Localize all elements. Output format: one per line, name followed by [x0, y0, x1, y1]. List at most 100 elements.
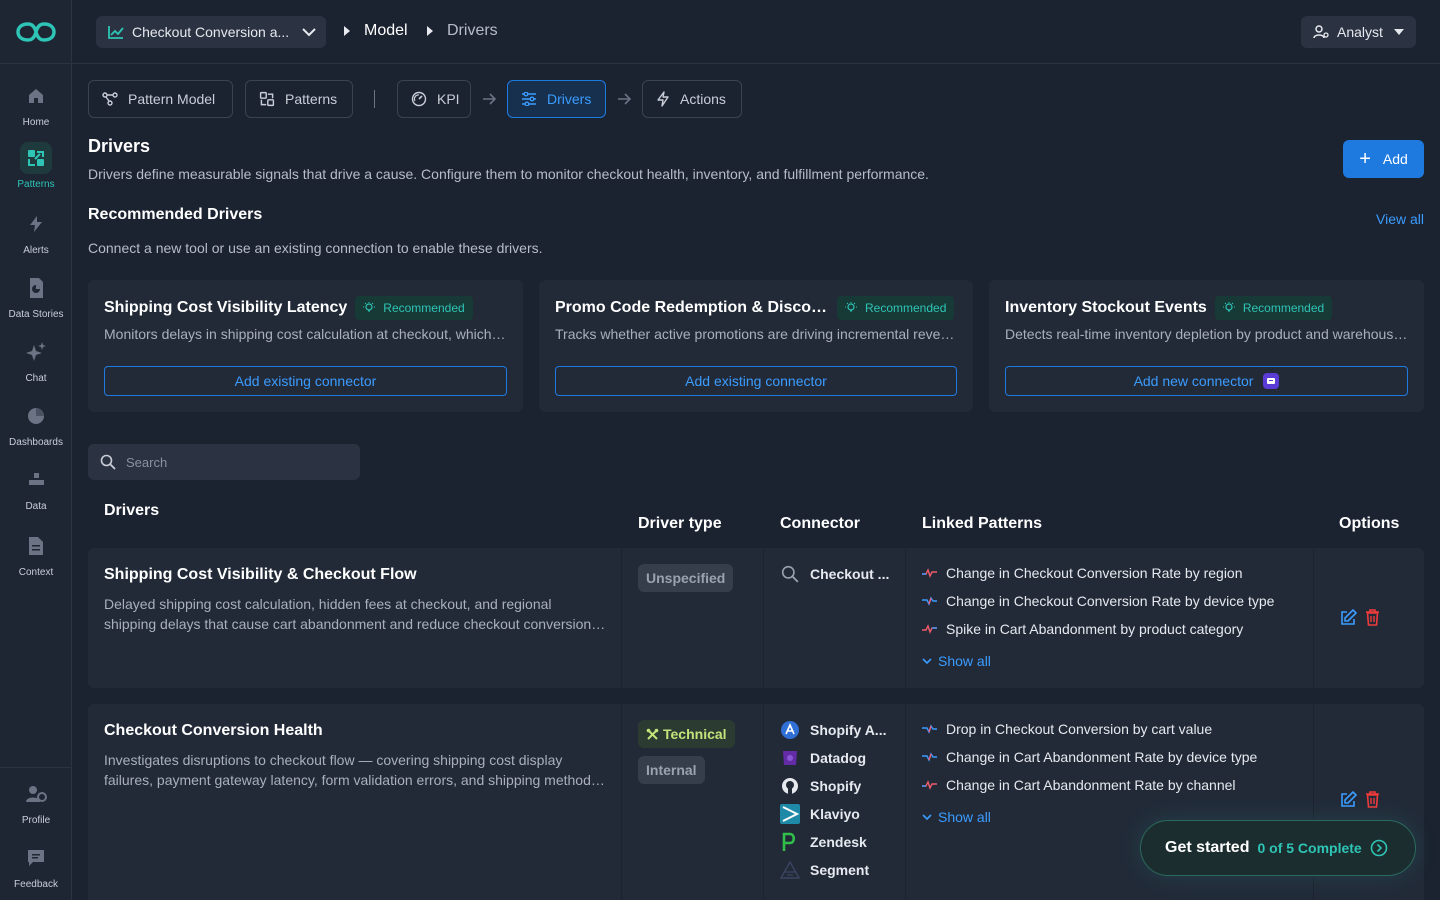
patterns-icon [20, 142, 52, 174]
recommended-card: Inventory Stockout Events Recommended De… [989, 280, 1424, 412]
segment-icon [780, 860, 800, 880]
user-gear-icon [1313, 25, 1329, 39]
lightbulb-icon [845, 302, 857, 314]
badge-label: Recommended [383, 301, 465, 315]
tab-actions[interactable]: Actions [642, 80, 742, 118]
shopify-app-icon [780, 720, 800, 740]
recommended-card-title: Inventory Stockout Events [1005, 299, 1207, 316]
top-bar: Checkout Conversion a... Model Drivers A… [72, 0, 1440, 64]
pie-chart-icon [20, 400, 52, 432]
sidebar-item-label: Home [22, 117, 50, 128]
search-box [88, 444, 360, 480]
sidebar-item-data[interactable]: Data [0, 464, 72, 512]
tab-kpi[interactable]: KPI [397, 80, 471, 118]
chevron-down-icon [922, 813, 932, 821]
lightbulb-icon [1222, 302, 1235, 314]
view-all-link[interactable]: View all [1376, 211, 1424, 227]
lightning-icon [20, 208, 52, 240]
home-icon [20, 80, 52, 112]
edit-icon[interactable] [1340, 609, 1357, 626]
edit-icon[interactable] [1340, 791, 1357, 808]
sidebar-item-context[interactable]: Context [0, 530, 72, 578]
driver-type-badge: Unspecified [638, 564, 734, 592]
driver-type-badge: Internal [638, 756, 705, 784]
tab-drivers[interactable]: Drivers [507, 80, 606, 118]
delete-icon[interactable] [1365, 791, 1380, 808]
column-divider [905, 704, 906, 900]
connector-item: Shopify [780, 776, 892, 796]
sidebar-item-label: Profile [21, 815, 51, 826]
data-stories-icon [20, 272, 52, 304]
delete-icon[interactable] [1365, 609, 1380, 626]
trend-chart-icon [108, 25, 124, 39]
search-input[interactable] [126, 454, 346, 470]
linked-pattern[interactable]: Change in Checkout Conversion Rate by re… [922, 565, 1243, 581]
linked-pattern[interactable]: Change in Checkout Conversion Rate by de… [922, 593, 1274, 609]
zendesk-icon [780, 832, 800, 852]
pattern-trend-icon [922, 596, 937, 606]
pattern-trend-icon [922, 624, 937, 634]
app-logo[interactable] [0, 0, 71, 64]
recommended-title: Recommended Drivers [88, 206, 263, 223]
driver-description: Investigates disruptions to checkout flo… [104, 750, 606, 790]
sidebar-item-profile[interactable]: Profile [0, 778, 72, 826]
feedback-icon [20, 842, 52, 874]
kpi-selector[interactable]: Checkout Conversion a... [96, 16, 326, 48]
show-all-link[interactable]: Show all [922, 653, 991, 669]
sidebar-item-patterns[interactable]: Patterns [0, 142, 72, 190]
sidebar-item-data-stories[interactable]: Data Stories [0, 272, 72, 320]
linked-pattern[interactable]: Change in Cart Abandonment Rate by devic… [922, 749, 1257, 765]
patterns-icon [259, 91, 275, 107]
recommended-card: Promo Code Redemption & Discount Impact … [539, 280, 973, 412]
add-new-connector-button[interactable]: Add new connector [1005, 366, 1408, 396]
pattern-label: Change in Cart Abandonment Rate by chann… [946, 777, 1236, 793]
sidebar-item-label: Alerts [23, 245, 49, 256]
plus-icon: + [1359, 148, 1371, 170]
tab-label: Pattern Model [128, 91, 216, 107]
pattern-label: Change in Checkout Conversion Rate by de… [946, 593, 1275, 609]
column-header-driver-type: Driver type [638, 515, 722, 532]
pattern-trend-icon [922, 568, 937, 578]
chevron-right-circle-icon [1370, 839, 1388, 857]
pattern-label: Spike in Cart Abandonment by product cat… [946, 621, 1244, 637]
recommended-card: Shipping Cost Visibility Latency Recomme… [88, 280, 523, 412]
tab-label: Patterns [285, 91, 338, 107]
tab-pattern-model[interactable]: Pattern Model [88, 80, 233, 118]
connector-item: Zendesk [780, 832, 892, 852]
role-label: Analyst [1337, 24, 1383, 40]
tab-label: KPI [437, 91, 460, 107]
driver-type-badge: Technical [638, 720, 735, 748]
get-started-button[interactable]: Get started 0 of 5 Complete [1140, 820, 1416, 876]
gauge-icon [411, 91, 427, 107]
linked-pattern[interactable]: Drop in Checkout Conversion by cart valu… [922, 721, 1212, 737]
column-divider [763, 704, 764, 900]
connector-name: Zendesk [810, 834, 867, 850]
tab-patterns[interactable]: Patterns [245, 80, 353, 118]
sidebar-item-dashboards[interactable]: Dashboards [0, 400, 72, 448]
connector-name: Datadog [810, 750, 866, 766]
search-icon [780, 564, 800, 584]
recommended-description: Connect a new tool or use an existing co… [88, 240, 543, 256]
sidebar-item-feedback[interactable]: Feedback [0, 842, 72, 890]
linked-pattern[interactable]: Change in Cart Abandonment Rate by chann… [922, 777, 1236, 793]
add-driver-button[interactable]: + Add [1343, 140, 1424, 178]
role-selector[interactable]: Analyst [1301, 16, 1416, 48]
sidebar-item-chat[interactable]: Chat [0, 336, 72, 384]
linked-pattern[interactable]: Spike in Cart Abandonment by product cat… [922, 621, 1243, 637]
sidebar-item-alerts[interactable]: Alerts [0, 208, 72, 256]
recommended-card-title: Shipping Cost Visibility Latency [104, 299, 348, 316]
driver-description: Delayed shipping cost calculation, hidde… [104, 594, 606, 634]
klaviyo-icon [780, 804, 800, 824]
breadcrumb-model[interactable]: Model [344, 22, 408, 40]
show-all-link[interactable]: Show all [922, 809, 991, 825]
sidebar-item-home[interactable]: Home [0, 80, 72, 128]
sidebar-item-label: Dashboards [9, 437, 63, 448]
pattern-label: Change in Checkout Conversion Rate by re… [946, 565, 1243, 581]
connector-name: Klaviyo [810, 806, 860, 822]
sidebar-item-label: Patterns [17, 179, 55, 190]
driver-title[interactable]: Shipping Cost Visibility & Checkout Flow [104, 566, 417, 584]
add-existing-connector-button[interactable]: Add existing connector [555, 366, 957, 396]
add-existing-connector-button[interactable]: Add existing connector [104, 366, 507, 396]
description-line: Delayed shipping cost calculation, hidde… [104, 596, 552, 612]
driver-title[interactable]: Checkout Conversion Health [104, 722, 323, 740]
